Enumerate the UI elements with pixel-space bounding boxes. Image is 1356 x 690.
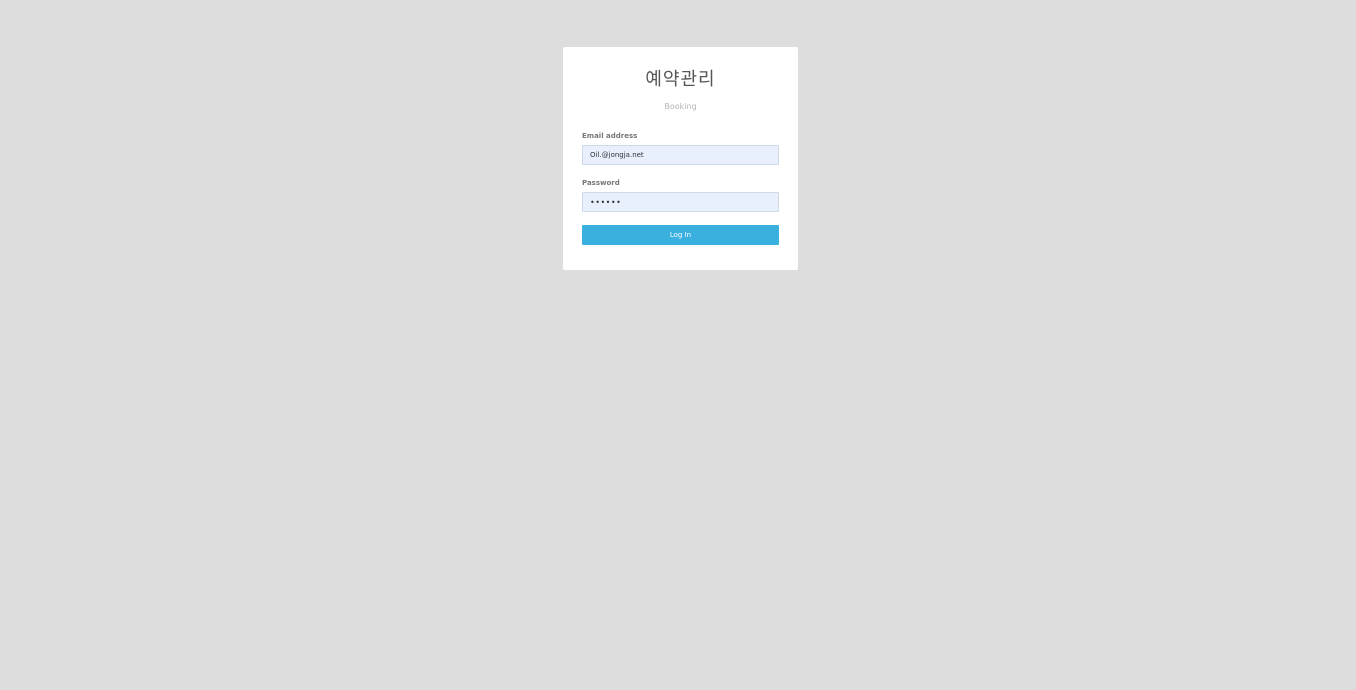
login-button[interactable]: Log In xyxy=(582,225,779,245)
email-group: Email address xyxy=(582,131,779,165)
password-label: Password xyxy=(582,179,620,187)
page-title: 예약관리 xyxy=(645,69,716,90)
password-group: Password xyxy=(582,178,779,212)
login-card: 예약관리 Booking Email address Password Log … xyxy=(563,47,798,270)
login-page: 예약관리 Booking Email address Password Log … xyxy=(0,0,1356,690)
page-subtitle: Booking xyxy=(664,102,697,111)
login-form: Email address Password Log In xyxy=(582,131,779,245)
password-field[interactable] xyxy=(582,192,779,212)
email-label: Email address xyxy=(582,132,638,140)
email-field[interactable] xyxy=(582,145,779,165)
